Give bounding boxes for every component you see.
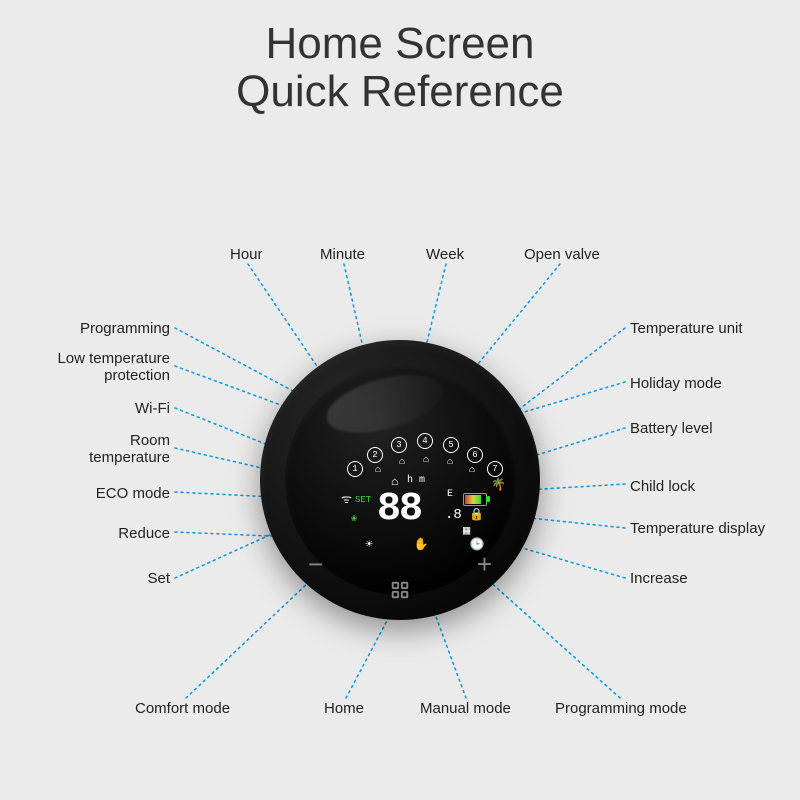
callout-minute: Minute	[320, 246, 365, 263]
week-6: 6	[467, 447, 483, 463]
eco-icon: ❀	[351, 513, 357, 525]
wifi-icon: ᯤ	[341, 490, 352, 507]
thermostat-device: 1 2 3 4 5 6 7 ⌂ ⌂ ⌂ ⌂ ⌂ ⌂ h m ᯤ SET ❀ 88…	[260, 340, 540, 620]
prog-slot-icon: ⌂	[447, 457, 453, 468]
plus-button[interactable]: +	[477, 549, 492, 580]
callout-reduce: Reduce	[20, 525, 170, 542]
set-label: SET	[355, 495, 371, 505]
temp-decimal: .8	[445, 507, 462, 523]
callout-room-temp: Room temperature	[20, 432, 170, 466]
callout-set: Set	[20, 570, 170, 587]
week-1: 1	[347, 461, 363, 477]
main-temp: 88	[377, 487, 421, 532]
callout-child-lock: Child lock	[630, 478, 695, 495]
callout-programming: Programming	[20, 320, 170, 337]
lock-icon: 🔒	[469, 507, 484, 522]
callout-hour: Hour	[230, 246, 263, 263]
prog-slot-icon: ⌂	[423, 455, 429, 466]
lcd-display: 1 2 3 4 5 6 7 ⌂ ⌂ ⌂ ⌂ ⌂ ⌂ h m ᯤ SET ❀ 88…	[345, 435, 455, 495]
callout-low-temp: Low temperature protection	[20, 350, 170, 384]
week-3: 3	[391, 437, 407, 453]
week-7: 7	[487, 461, 503, 477]
temp-unit: E	[447, 489, 453, 500]
callout-wifi: Wi-Fi	[20, 400, 170, 417]
callout-manual: Manual mode	[420, 700, 511, 717]
page-title: Home Screen Quick Reference	[0, 20, 800, 117]
callout-home: Home	[324, 700, 364, 717]
home-button[interactable]	[260, 579, 540, 604]
temp-display-icon: ▦	[463, 523, 470, 538]
callout-holiday: Holiday mode	[630, 375, 722, 392]
title-line-2: Quick Reference	[0, 68, 800, 116]
callout-comfort: Comfort mode	[135, 700, 230, 717]
title-line-1: Home Screen	[0, 20, 800, 68]
callout-increase: Increase	[630, 570, 688, 587]
callout-battery: Battery level	[630, 420, 713, 437]
prog-slot-icon: ⌂	[399, 457, 405, 468]
week-2: 2	[367, 447, 383, 463]
holiday-icon: 🌴	[491, 477, 506, 492]
callout-eco: ECO mode	[20, 485, 170, 502]
week-5: 5	[443, 437, 459, 453]
callout-temp-display: Temperature display	[630, 520, 765, 537]
callout-prog-mode: Programming mode	[555, 700, 687, 717]
callout-week: Week	[426, 246, 464, 263]
prog-slot-icon: ⌂	[469, 465, 475, 476]
week-4: 4	[417, 433, 433, 449]
callout-temp-unit: Temperature unit	[630, 320, 743, 337]
hm-label: h m	[407, 475, 425, 486]
callout-open-valve: Open valve	[524, 246, 600, 263]
minus-button[interactable]: −	[308, 549, 323, 580]
prog-slot-icon: ⌂	[375, 465, 381, 476]
battery-icon	[463, 493, 487, 506]
